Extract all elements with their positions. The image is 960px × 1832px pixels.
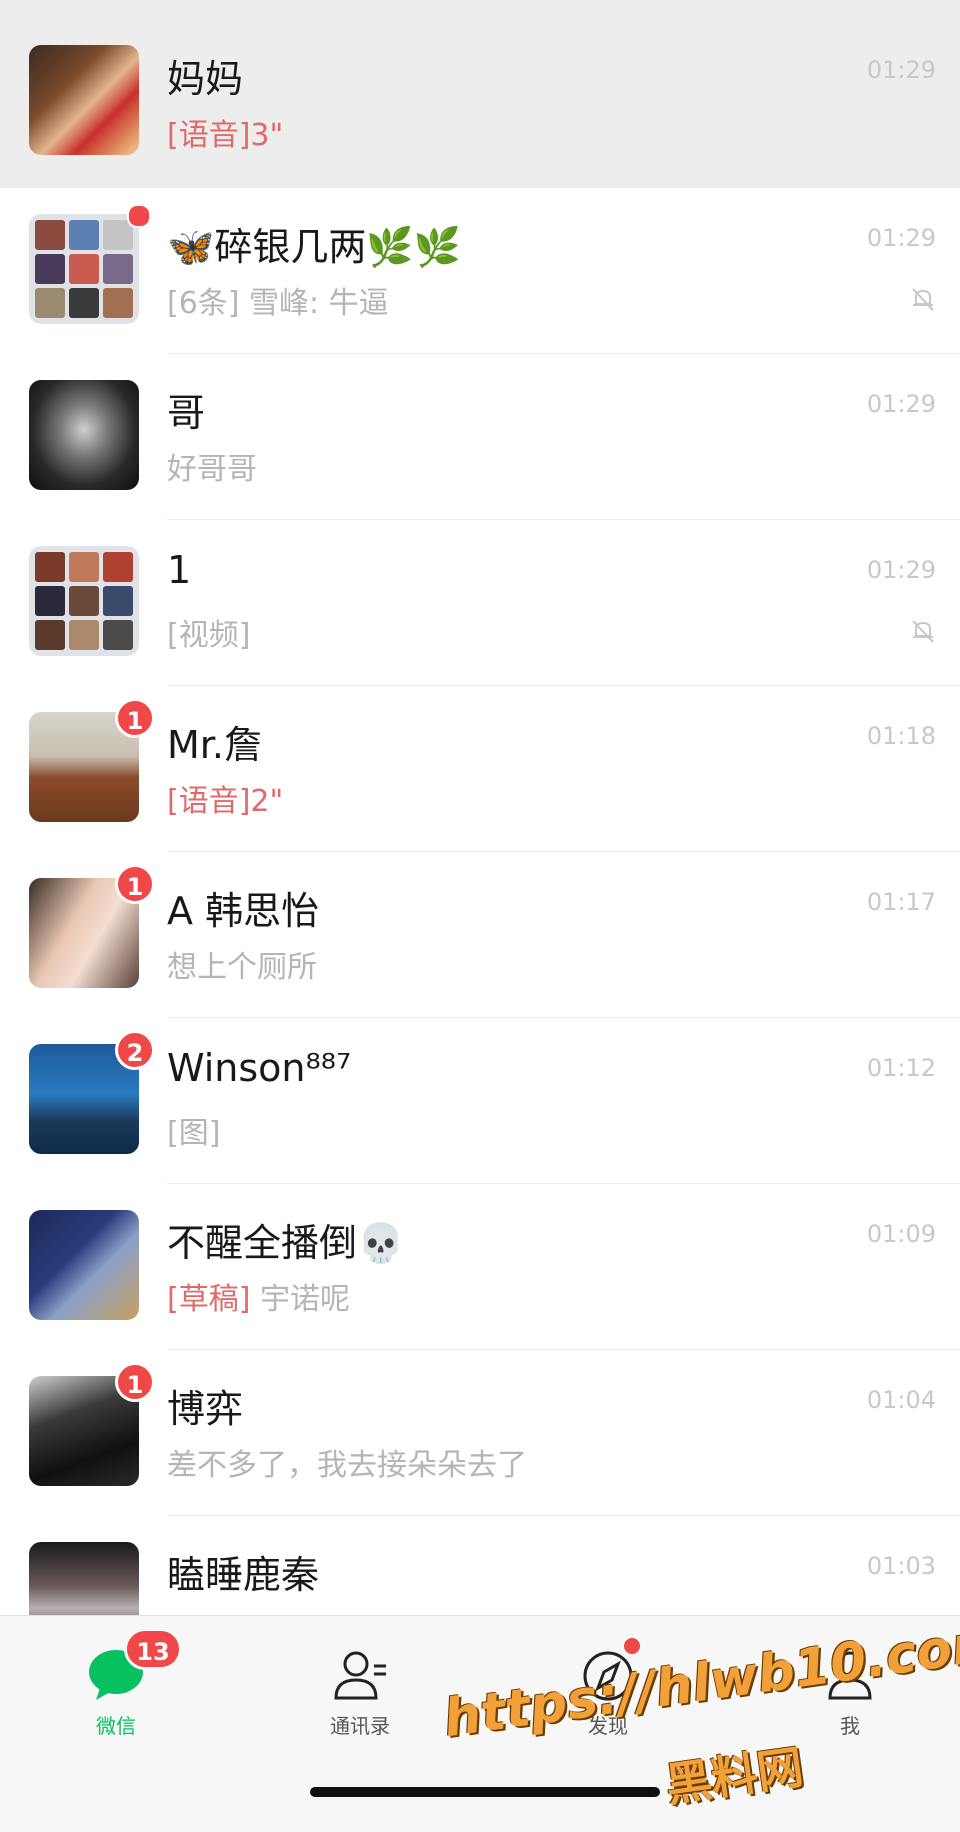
- chat-time: 01:29: [866, 224, 936, 252]
- tab-contacts[interactable]: 通讯录: [300, 1646, 420, 1739]
- avatar: [29, 380, 139, 490]
- contacts-icon: [330, 1646, 390, 1702]
- voice-tag: [语音]: [167, 784, 251, 819]
- chat-name: 哥: [167, 391, 206, 435]
- chat-name: Winson⁸⁸⁷: [167, 1046, 352, 1090]
- chat-preview: [6条] 雪峰: 牛逼: [167, 286, 389, 321]
- avatar: [29, 1210, 139, 1320]
- unread-badge: 1: [115, 864, 155, 904]
- draft-tag: [草稿]: [167, 1282, 251, 1317]
- chat-item-group-1[interactable]: 1 01:29 [视频]: [0, 520, 960, 686]
- chat-preview: [视频]: [167, 618, 251, 653]
- chat-item-winson[interactable]: 2 Winson⁸⁸⁷ 01:12 [图]: [0, 1018, 960, 1184]
- tab-dot: [624, 1638, 640, 1654]
- chat-name: 博弈: [167, 1387, 244, 1431]
- voice-tag: [语音]: [167, 118, 251, 153]
- unread-badge: 1: [115, 698, 155, 738]
- group-avatar: [29, 214, 139, 324]
- tab-unread-badge: 13: [124, 1628, 182, 1670]
- avatar: [29, 1542, 139, 1615]
- avatar: [29, 45, 139, 155]
- chat-preview: [语音]3": [167, 110, 283, 154]
- chat-list: 妈妈 01:29 [语音]3" 🦋碎银几两🌿🌿 01:29 [6条] 雪峰: 牛…: [0, 0, 960, 1615]
- tab-label: 微信: [96, 1714, 136, 1738]
- chat-name: 妈妈: [167, 57, 244, 101]
- mute-bell-icon: [912, 288, 934, 311]
- chat-name: A 韩思怡: [167, 889, 320, 933]
- mute-bell-icon: [912, 620, 934, 643]
- chat-time: 01:17: [866, 888, 936, 916]
- chat-preview: [图]: [167, 1116, 221, 1151]
- chat-time: 01:12: [866, 1054, 936, 1082]
- chat-time: 01:29: [866, 556, 936, 584]
- chat-item-han-siyi[interactable]: 1 A 韩思怡 01:17 想上个厕所: [0, 852, 960, 1018]
- chat-item-boyi[interactable]: 1 博弈 01:04 差不多了，我去接朵朵去了: [0, 1350, 960, 1516]
- unread-badge: 1: [115, 1362, 155, 1402]
- chat-time: 01:18: [866, 722, 936, 750]
- chat-name: 1: [167, 548, 192, 592]
- chat-name: 瞌睡鹿秦: [167, 1553, 320, 1597]
- chat-preview: 差不多了，我去接朵朵去了: [167, 1448, 527, 1483]
- chat-bubble-icon: 13: [86, 1628, 182, 1702]
- chat-item-group-suiyin[interactable]: 🦋碎银几两🌿🌿 01:29 [6条] 雪峰: 牛逼: [0, 188, 960, 354]
- voice-duration: 3": [250, 118, 284, 153]
- chat-time: 01:04: [866, 1386, 936, 1414]
- tab-label: 我: [840, 1714, 860, 1738]
- voice-duration: 2": [250, 784, 284, 819]
- chat-item-keshui[interactable]: 瞌睡鹿秦 01:03: [0, 1516, 960, 1615]
- chat-item-buxing[interactable]: 不醒全播倒💀 01:09 [草稿] 宇诺呢: [0, 1184, 960, 1350]
- chat-name: 不醒全播倒💀: [167, 1221, 405, 1265]
- chat-time: 01:29: [866, 390, 936, 418]
- chat-item-mama[interactable]: 妈妈 01:29 [语音]3": [0, 0, 960, 188]
- group-avatar: [29, 546, 139, 656]
- chat-name: 🦋碎银几两🌿🌿: [167, 225, 461, 269]
- unread-dot: [127, 204, 151, 228]
- chat-name: Mr.詹: [167, 723, 263, 767]
- draft-text: 宇诺呢: [259, 1282, 350, 1317]
- chat-preview: [语音]2": [167, 776, 283, 820]
- home-indicator: [310, 1787, 660, 1797]
- chat-preview: 好哥哥: [167, 452, 257, 487]
- chat-time: 01:29: [866, 56, 936, 84]
- unread-badge: 2: [115, 1030, 155, 1070]
- chat-time: 01:03: [866, 1552, 936, 1580]
- chat-preview: 想上个厕所: [167, 950, 317, 985]
- chat-item-ge[interactable]: 哥 01:29 好哥哥: [0, 354, 960, 520]
- chat-preview: [草稿] 宇诺呢: [167, 1274, 350, 1318]
- tab-label: 通讯录: [330, 1714, 390, 1738]
- chat-time: 01:09: [866, 1220, 936, 1248]
- chat-item-mr-zhan[interactable]: 1 Mr.詹 01:18 [语音]2": [0, 686, 960, 852]
- tab-chats[interactable]: 13 微信: [56, 1628, 182, 1739]
